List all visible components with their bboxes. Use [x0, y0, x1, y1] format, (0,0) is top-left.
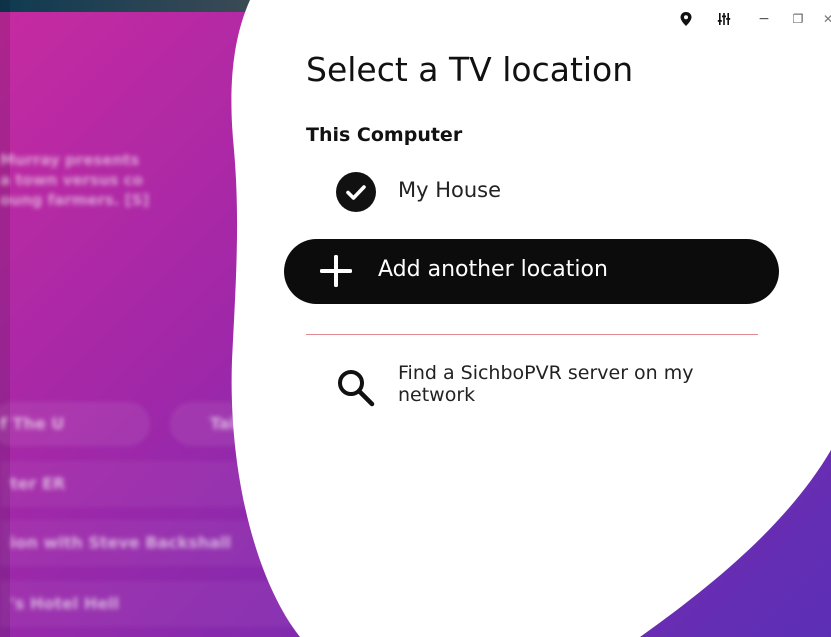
- app-window: Murray presents a town versus co oung fa…: [0, 0, 831, 637]
- add-location-label: Add another location: [378, 257, 608, 282]
- add-location-button[interactable]: Add another location: [284, 239, 779, 304]
- minimize-button[interactable]: −: [753, 8, 775, 30]
- location-pin-icon[interactable]: [675, 8, 697, 30]
- sliders-icon[interactable]: [713, 8, 735, 30]
- section-this-computer: This Computer: [306, 124, 463, 146]
- checkmark-icon: [336, 172, 376, 212]
- dialog-panel-shape: [231, 0, 831, 637]
- location-item-my-house[interactable]: My House: [336, 169, 596, 212]
- plus-icon: [320, 255, 352, 287]
- divider: [306, 334, 758, 335]
- titlebar: − ❐ ✕: [631, 6, 831, 32]
- restore-button[interactable]: ❐: [787, 8, 809, 30]
- search-icon: [338, 370, 375, 407]
- close-button[interactable]: ✕: [817, 8, 831, 30]
- find-server-button[interactable]: Find a SichboPVR server on my network: [334, 360, 754, 420]
- dialog-title: Select a TV location: [306, 50, 634, 89]
- location-label: My House: [398, 178, 502, 202]
- find-server-label: Find a SichboPVR server on my network: [398, 362, 694, 406]
